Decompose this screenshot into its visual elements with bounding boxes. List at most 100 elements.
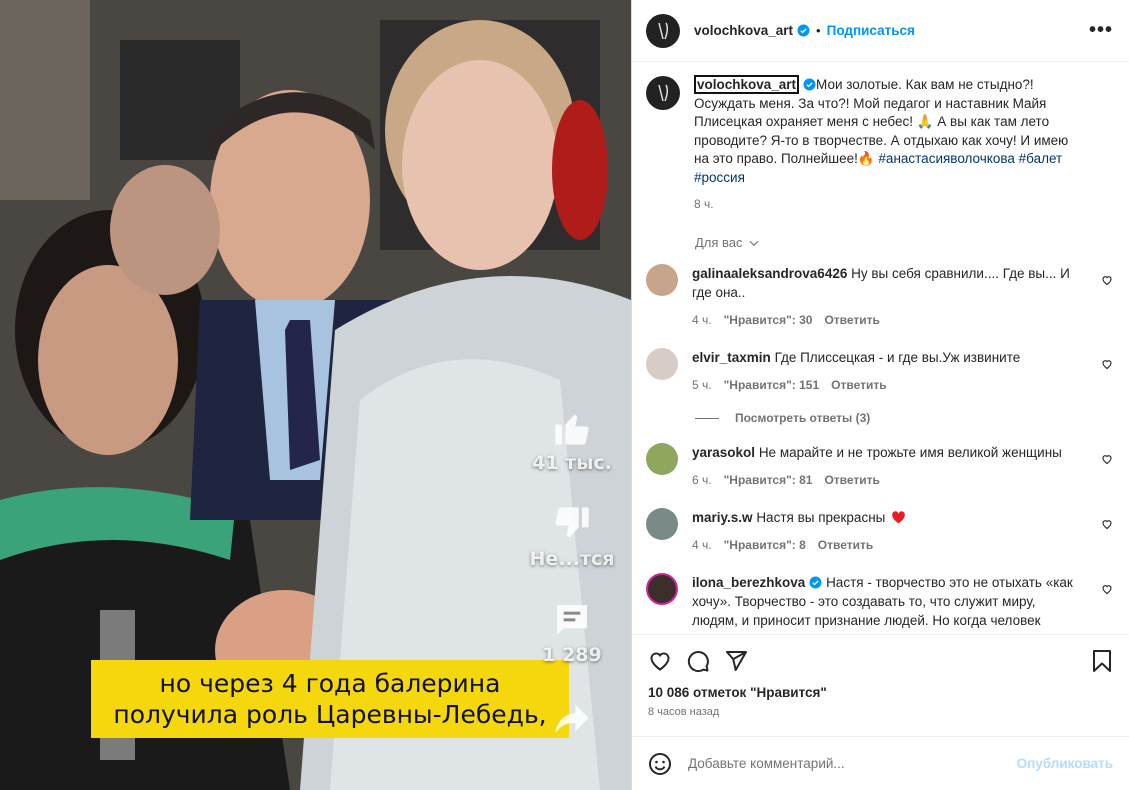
comment-like-count[interactable]: "Нравится": 81 <box>724 471 813 490</box>
view-replies-button[interactable]: Посмотреть ответы (3) <box>695 411 1113 425</box>
more-options-icon[interactable]: ••• <box>1089 19 1113 42</box>
instagram-post-view: но через 4 года балерина получила роль Ц… <box>0 0 1129 790</box>
post-footer: 10 086 отметок "Нравится" 8 часов назад … <box>632 634 1129 790</box>
comment-body: yarasokol Не марайте и не трожьте имя ве… <box>692 443 1084 490</box>
share-arrow-icon <box>555 704 589 733</box>
post-side-panel: volochkova_art • Подписаться ••• volochk… <box>631 0 1129 790</box>
reply-button[interactable]: Ответить <box>824 471 879 490</box>
comment-item: elvir_taxmin Где Плиссецкая - и где вы.У… <box>646 348 1113 395</box>
avatar-figure-icon <box>658 22 669 39</box>
post-timestamp: 8 часов назад <box>648 706 720 718</box>
comment-time: 4 ч. <box>692 313 712 327</box>
caption-body: volochkova_art Мои золотые. Как вам не ст… <box>694 75 1086 187</box>
caption-time: 8 ч. <box>694 197 714 211</box>
commenter-username[interactable]: ilona_berezhkova <box>692 575 805 590</box>
comment-heart-icon[interactable] <box>1101 518 1113 530</box>
comment-actions: 6 ч. "Нравится": 81 Ответить <box>692 471 1084 490</box>
comment-like-count[interactable]: "Нравится": 151 <box>724 376 820 395</box>
commenter-username[interactable]: mariy.s.w <box>692 510 753 525</box>
reel-comments-button[interactable]: 1 289 <box>542 600 602 666</box>
comment-bubble-icon <box>557 605 587 635</box>
separator-dot: • <box>816 23 821 38</box>
avatar-figure-icon <box>658 84 669 102</box>
comment-like-count[interactable]: "Нравится": 8 <box>724 536 806 555</box>
reply-button[interactable]: Ответить <box>818 536 873 555</box>
commenter-avatar[interactable] <box>646 573 678 605</box>
like-button[interactable] <box>648 649 672 673</box>
reel-dislike-button[interactable]: Не...тся <box>529 504 615 570</box>
comment-actions: 4 ч. "Нравится": 30 Ответить <box>692 311 1084 330</box>
commenter-username[interactable]: elvir_taxmin <box>692 350 771 365</box>
bookmark-icon <box>1093 650 1111 672</box>
comment-heart-icon[interactable] <box>1101 358 1113 370</box>
add-comment-bar: Опубликовать <box>632 736 1129 790</box>
likes-count[interactable]: 10 086 отметок "Нравится" <box>632 677 1129 700</box>
subtitle-line-1: но через 4 года балерина <box>159 669 501 698</box>
comment-input[interactable] <box>688 756 1017 771</box>
commenter-avatar[interactable] <box>646 508 678 540</box>
for-you-filter[interactable]: Для вас <box>695 235 1113 250</box>
follow-button[interactable]: Подписаться <box>827 23 915 38</box>
comment-button[interactable] <box>686 649 710 673</box>
author-username[interactable]: volochkova_art <box>694 23 793 38</box>
for-you-label: Для вас <box>695 235 743 250</box>
comment-body: mariy.s.w Настя вы прекрасны 4 ч. "Нрави… <box>692 508 1084 555</box>
author-avatar[interactable] <box>646 13 680 48</box>
verified-badge-icon <box>803 78 816 91</box>
reel-comment-count: 1 289 <box>542 644 602 666</box>
reel-share-button[interactable] <box>552 698 592 738</box>
hashtag-link[interactable]: #анастасияволочкова <box>878 151 1014 166</box>
post-header: volochkova_art • Подписаться ••• <box>632 0 1129 62</box>
comment-item: yarasokol Не марайте и не трожьте имя ве… <box>646 443 1113 490</box>
subtitle-line-2: получила роль Царевны-Лебедь, <box>113 700 547 729</box>
chevron-down-icon <box>749 240 759 246</box>
comment-heart-icon[interactable] <box>1101 274 1113 286</box>
reel-like-button[interactable]: 41 тыс. <box>532 408 612 474</box>
post-action-bar <box>632 635 1129 677</box>
reply-button[interactable]: Ответить <box>831 376 886 395</box>
commenter-avatar[interactable] <box>646 264 678 296</box>
commenter-avatar[interactable] <box>646 348 678 380</box>
reel-like-count: 41 тыс. <box>532 452 612 474</box>
replies-divider <box>695 417 719 419</box>
caption-username[interactable]: volochkova_art <box>694 75 800 94</box>
reel-actions: 41 тыс. Не...тся 1 289 <box>527 408 617 738</box>
commenter-username[interactable]: galinaaleksandrova6426 <box>692 266 847 281</box>
comment-heart-icon[interactable] <box>1101 453 1113 465</box>
comment-actions: 5 ч. "Нравится": 151 Ответить <box>692 376 1084 395</box>
verified-badge-icon <box>797 24 810 37</box>
hashtag-link[interactable]: #балет <box>1019 151 1063 166</box>
thumbs-down-icon <box>555 507 589 538</box>
paper-plane-icon <box>726 651 747 671</box>
reply-button[interactable]: Ответить <box>824 311 879 330</box>
commenter-avatar[interactable] <box>646 443 678 475</box>
comment-time: 5 ч. <box>692 378 712 392</box>
reel-media[interactable]: но через 4 года балерина получила роль Ц… <box>0 0 631 790</box>
comment-item: mariy.s.w Настя вы прекрасны 4 ч. "Нрави… <box>646 508 1113 555</box>
comment-actions: 4 ч. "Нравится": 8 Ответить <box>692 536 1084 555</box>
comment-text: Не марайте и не трожьте имя великой женщ… <box>758 445 1062 460</box>
share-button[interactable] <box>724 649 748 673</box>
comment-text: Где Плиссецкая - и где вы.Уж извините <box>774 350 1021 365</box>
reel-dislike-label: Не...тся <box>529 548 615 570</box>
heart-icon <box>650 652 670 671</box>
comment-heart-icon[interactable] <box>1101 583 1113 595</box>
emoji-icon[interactable] <box>648 752 672 776</box>
comment-body: galinaaleksandrova6426 Ну вы себя сравни… <box>692 264 1084 330</box>
comment-icon <box>687 651 709 673</box>
comment-body: ilona_berezhkova Настя - творчество это … <box>692 573 1084 633</box>
comments-scroll-area[interactable]: volochkova_art Мои золотые. Как вам не ст… <box>632 62 1129 634</box>
view-replies-label: Посмотреть ответы (3) <box>735 411 871 425</box>
comment-time: 4 ч. <box>692 538 712 552</box>
verified-badge-icon <box>809 576 822 589</box>
comment-like-count[interactable]: "Нравится": 30 <box>724 311 813 330</box>
comment-body: elvir_taxmin Где Плиссецкая - и где вы.У… <box>692 348 1084 395</box>
save-button[interactable] <box>1091 649 1113 673</box>
hashtag-link[interactable]: #россия <box>694 170 745 185</box>
comment-item: galinaaleksandrova6426 Ну вы себя сравни… <box>646 264 1113 330</box>
publish-button[interactable]: Опубликовать <box>1017 756 1113 771</box>
comment-item: ilona_berezhkova Настя - творчество это … <box>646 573 1113 633</box>
thumbs-up-icon <box>555 414 589 445</box>
caption-author-avatar[interactable] <box>646 76 680 110</box>
commenter-username[interactable]: yarasokol <box>692 445 755 460</box>
